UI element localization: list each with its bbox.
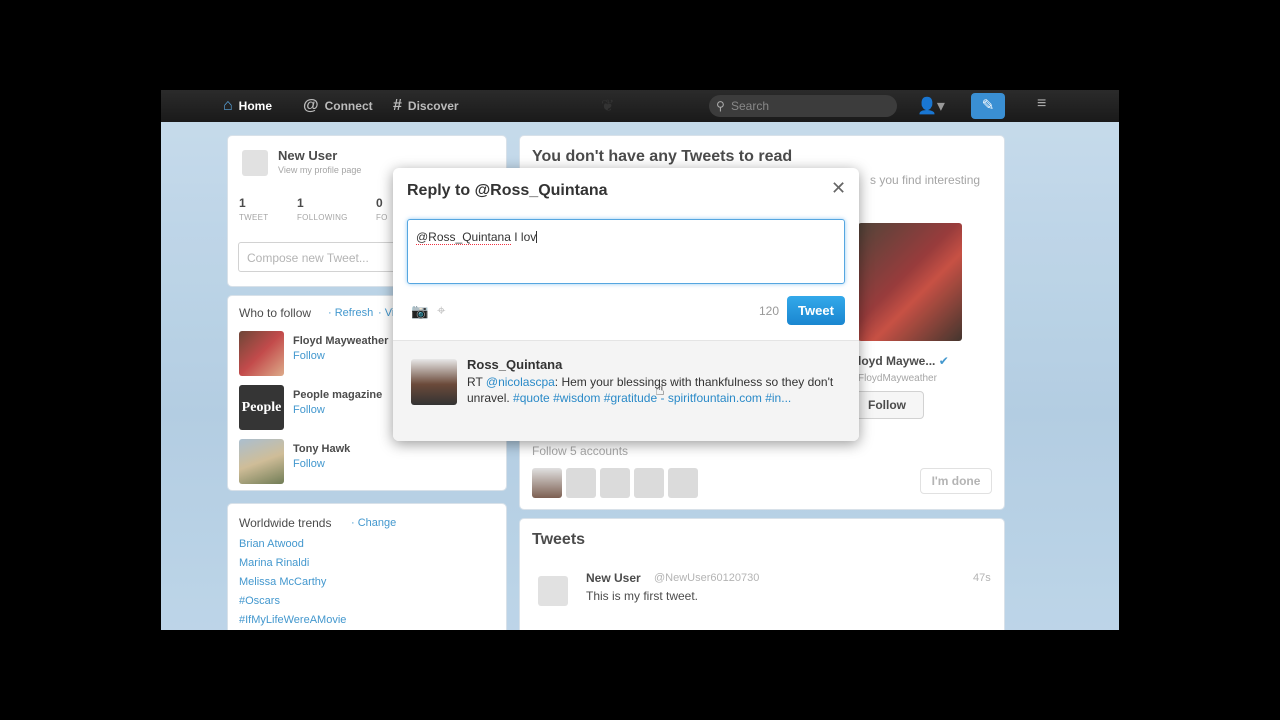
character-counter: 120 xyxy=(759,304,780,318)
typed-text: I lov xyxy=(510,230,537,244)
avatar[interactable] xyxy=(411,359,457,405)
text-caret xyxy=(536,231,538,243)
bird-logo-icon: ❦ xyxy=(601,98,615,115)
close-icon[interactable]: ✕ xyxy=(831,178,846,199)
hashtag-link[interactable]: #gratitude xyxy=(604,391,657,405)
hand-cursor-icon: ☝ xyxy=(655,382,665,399)
dialog-title: Reply to @Ross_Quintana xyxy=(407,182,608,199)
user-menu-icon[interactable]: 👤▾ xyxy=(917,96,945,116)
reply-dialog: Reply to @Ross_Quintana ✕ @Ross_Quintana… xyxy=(393,168,859,441)
hashtag-link[interactable]: #wisdom xyxy=(553,391,600,405)
twitter-window: ⌂ Home @ Connect # Discover ❦ ⚲ Search 👤… xyxy=(161,90,1119,630)
hashtag-link[interactable]: #quote xyxy=(513,391,550,405)
mention-link[interactable]: @nicolascpa xyxy=(486,375,555,389)
camera-icon[interactable]: 📷 xyxy=(411,303,428,320)
nav-connect[interactable]: @ Connect xyxy=(303,90,373,122)
search-placeholder: Search xyxy=(731,99,770,113)
quoted-author[interactable]: Ross_Quintana xyxy=(467,357,562,372)
search-icon: ⚲ xyxy=(716,99,725,113)
nav-home-label: Home xyxy=(238,99,273,113)
nav-discover-label: Discover xyxy=(407,99,459,113)
compose-tweet-button[interactable]: ✎ xyxy=(971,93,1005,119)
quoted-tweet: Ross_Quintana RT @nicolascpa: Hem your b… xyxy=(393,340,859,441)
search-input[interactable]: ⚲ Search xyxy=(709,95,897,117)
url-link[interactable]: - spiritfountain.com xyxy=(657,391,761,405)
location-icon[interactable]: ⌖ xyxy=(437,302,445,319)
nav-home[interactable]: ⌂ Home xyxy=(223,90,272,122)
nav-connect-label: Connect xyxy=(324,99,373,113)
at-icon: @ xyxy=(303,97,319,114)
menu-icon[interactable]: ≡ xyxy=(1037,95,1046,113)
hashtag-link[interactable]: #in... xyxy=(765,391,791,405)
tweet-button[interactable]: Tweet xyxy=(787,296,845,325)
nav-discover[interactable]: # Discover xyxy=(393,90,459,122)
typed-mention: @Ross_Quintana xyxy=(416,230,511,245)
top-nav-bar: ⌂ Home @ Connect # Discover ❦ ⚲ Search 👤… xyxy=(161,90,1119,122)
reply-textarea[interactable]: @Ross_Quintana I lov xyxy=(407,219,845,284)
home-icon: ⌂ xyxy=(223,97,233,114)
rt-prefix: RT xyxy=(467,375,486,389)
hash-icon: # xyxy=(393,97,402,114)
